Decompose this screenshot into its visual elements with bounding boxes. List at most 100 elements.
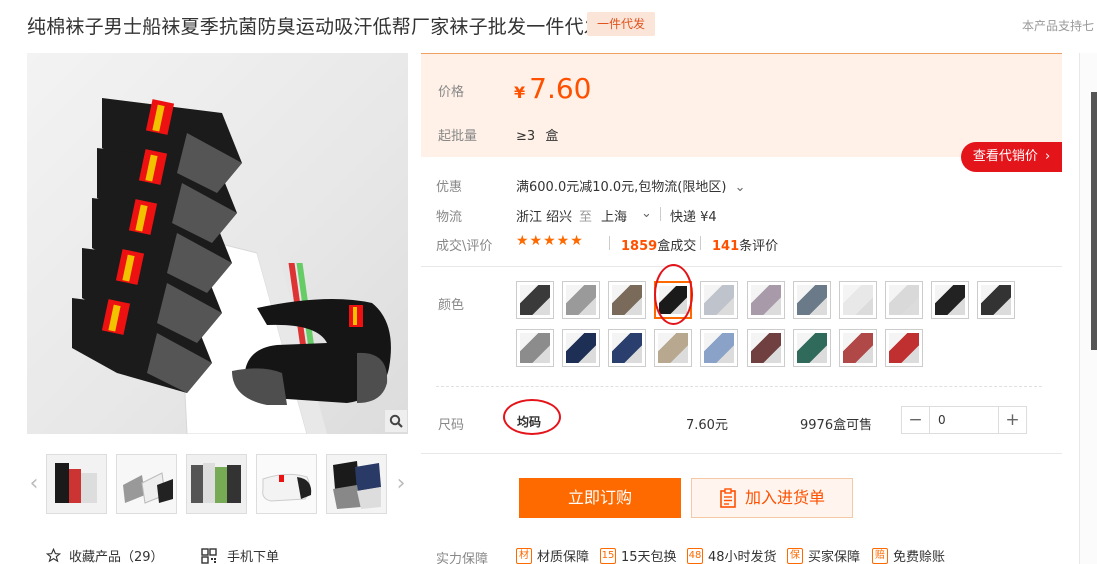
guarantee-item[interactable]: 赔免费赊账 — [872, 546, 945, 564]
color-swatch-16[interactable] — [700, 329, 738, 367]
color-swatch-12[interactable] — [516, 329, 554, 367]
rating-stars: ★★★★★ — [516, 233, 584, 249]
thumb-next-icon[interactable]: › — [393, 469, 409, 499]
swatch-1-image — [520, 285, 550, 315]
thumbnail-3[interactable] — [186, 454, 247, 514]
guarantee-text: 15天包换 — [621, 550, 677, 564]
color-swatch-1[interactable] — [516, 281, 554, 319]
guarantee-icon: 15 — [600, 547, 616, 564]
moq-value: ≥3 盒 — [516, 125, 558, 144]
color-swatch-17[interactable] — [747, 329, 785, 367]
guarantee-icon: 48 — [687, 547, 703, 564]
color-swatch-20[interactable] — [885, 329, 923, 367]
logistics-label: 物流 — [436, 210, 463, 225]
destination-value: 上海 — [601, 210, 628, 225]
annotation-circle — [654, 264, 693, 325]
clipboard-icon — [720, 488, 736, 508]
sold-number: 1859 — [621, 239, 658, 254]
promo-label: 优惠 — [436, 180, 463, 195]
zoom-button[interactable] — [384, 409, 408, 433]
favorite-label: 收藏产品（29） — [69, 550, 164, 564]
swatch-2-image — [566, 285, 596, 315]
guarantee-item[interactable]: 15 15天包换 — [600, 546, 677, 564]
divider — [700, 236, 701, 250]
guarantee-text: 免费赊账 — [893, 550, 946, 564]
color-swatch-7[interactable] — [793, 281, 831, 319]
price-label: 价格 — [438, 85, 465, 100]
section-divider — [421, 453, 1062, 454]
socks-box-illustration — [72, 98, 391, 434]
sold-suffix: 盒成交 — [657, 239, 697, 254]
quantity-input[interactable]: 0 — [929, 407, 999, 433]
swatch-18-image — [797, 333, 827, 363]
color-swatch-15[interactable] — [654, 329, 692, 367]
thumbnail-4-image — [257, 455, 316, 513]
color-swatch-3[interactable] — [608, 281, 646, 319]
review-number: 141 — [712, 239, 740, 254]
thumbnail-4[interactable] — [256, 454, 317, 514]
product-main-image[interactable] — [27, 53, 408, 434]
logistics-to-word: 至 — [579, 210, 593, 225]
color-swatch-10[interactable] — [931, 281, 969, 319]
support-text: 本产品支持七 — [1022, 19, 1095, 33]
thumbnail-1[interactable] — [46, 454, 107, 514]
dashed-divider — [436, 386, 1042, 387]
sold-count[interactable]: 1859盒成交 — [621, 235, 696, 254]
color-swatch-14[interactable] — [608, 329, 646, 367]
qr-code-icon — [201, 547, 217, 564]
add-to-cart-label: 加入进货单 — [744, 488, 825, 507]
buy-now-button[interactable]: 立即订购 — [519, 478, 681, 518]
thumb-prev-icon[interactable]: ‹ — [26, 469, 42, 499]
add-to-cart-button[interactable]: 加入进货单 — [691, 478, 853, 518]
guarantee-item[interactable]: 48 48小时发货 — [687, 546, 777, 564]
review-suffix: 条评价 — [739, 239, 779, 254]
guarantee-item[interactable]: 保买家保障 — [787, 546, 860, 564]
agent-price-label: 查看代销价 — [972, 149, 1038, 164]
color-swatch-11[interactable] — [977, 281, 1015, 319]
promo-detail: 满600.0元减10.0元,包物流(限地区) — [516, 180, 727, 195]
thumbnail-2[interactable] — [116, 454, 177, 514]
chevron-down-icon: ⌄ — [641, 206, 652, 221]
color-swatch-5[interactable] — [700, 281, 738, 319]
plus-button[interactable]: + — [999, 407, 1026, 433]
guarantee-text: 材质保障 — [537, 550, 590, 564]
minus-button[interactable]: − — [902, 407, 929, 433]
destination-select[interactable]: 上海 ⌄ — [601, 206, 652, 225]
swatch-9-image — [889, 285, 919, 315]
swatch-3-image — [612, 285, 642, 315]
color-swatch-9[interactable] — [885, 281, 923, 319]
swatch-14-image — [612, 333, 642, 363]
color-swatch-6[interactable] — [747, 281, 785, 319]
color-label: 颜色 — [438, 298, 465, 313]
guarantee-item[interactable]: 材材质保障 — [516, 546, 589, 564]
promo-text[interactable]: 满600.0元减10.0元,包物流(限地区) ⌄ — [516, 176, 746, 195]
swatch-13-image — [566, 333, 596, 363]
color-swatch-2[interactable] — [562, 281, 600, 319]
color-swatch-19[interactable] — [839, 329, 877, 367]
thumbnail-2-image — [117, 455, 176, 513]
mobile-order-link[interactable]: 手机下单 — [201, 546, 279, 564]
guarantee-icon: 保 — [787, 547, 803, 564]
mobile-order-label: 手机下单 — [227, 550, 280, 564]
swatch-8-image — [843, 285, 873, 315]
thumbnail-5[interactable] — [326, 454, 387, 514]
view-agent-price-button[interactable]: 查看代销价 › — [961, 142, 1062, 172]
moq-unit: 盒 — [545, 129, 559, 144]
swatch-7-image — [797, 285, 827, 315]
review-count[interactable]: 141条评价 — [712, 235, 778, 254]
star-outline-icon — [46, 548, 61, 563]
guarantee-icon: 材 — [516, 547, 532, 564]
swatch-16-image — [704, 333, 734, 363]
magnifier-icon — [389, 414, 403, 428]
color-swatch-18[interactable] — [793, 329, 831, 367]
color-swatch-13[interactable] — [562, 329, 600, 367]
swatch-5-image — [704, 285, 734, 315]
color-swatch-8[interactable] — [839, 281, 877, 319]
swatch-12-image — [520, 333, 550, 363]
side-recommend-image[interactable] — [1091, 92, 1097, 350]
swatch-15-image — [658, 333, 688, 363]
shipping-method: 快递 ¥4 — [670, 210, 717, 225]
divider — [660, 207, 661, 221]
moq-label: 起批量 — [438, 129, 478, 144]
favorite-link[interactable]: 收藏产品（29） — [46, 546, 164, 564]
